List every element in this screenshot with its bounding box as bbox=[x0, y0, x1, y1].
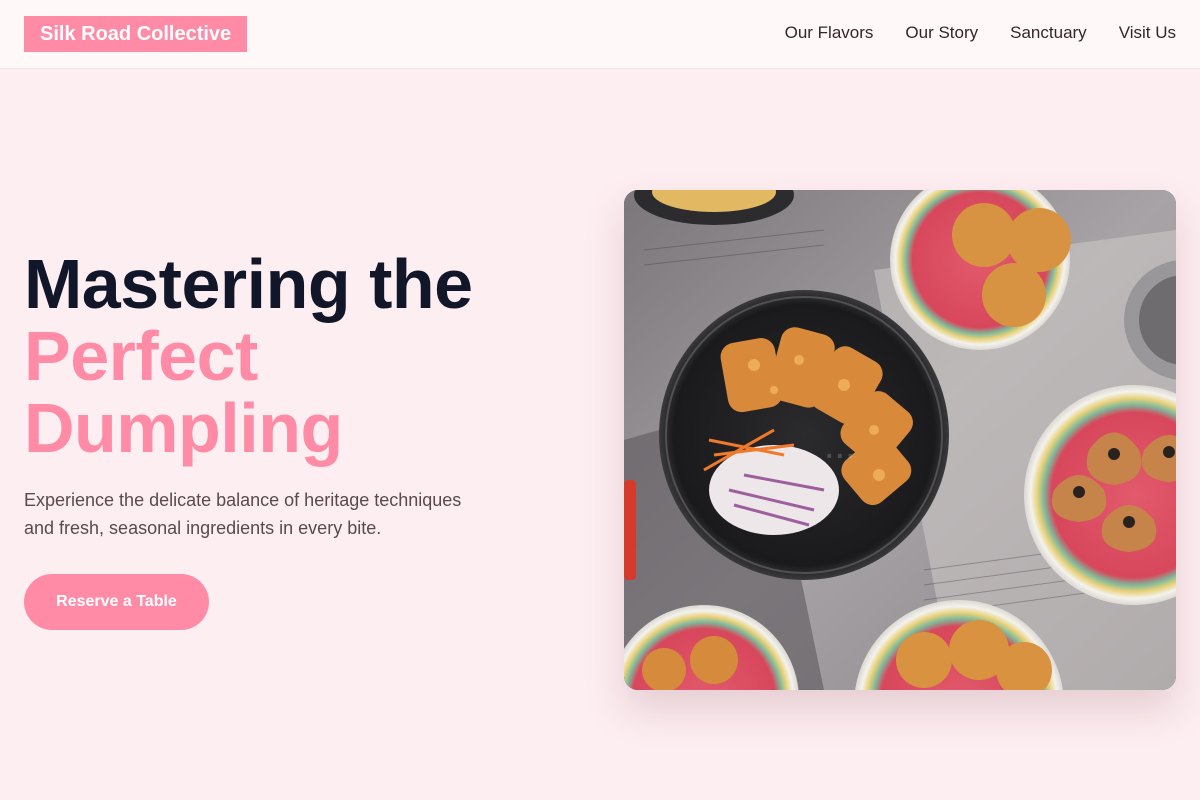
nav-link-our-flavors[interactable]: Our Flavors bbox=[785, 23, 874, 43]
headline-line-2: Perfect bbox=[24, 317, 258, 395]
svg-text:...: ... bbox=[824, 425, 856, 467]
nav-link-our-story[interactable]: Our Story bbox=[905, 23, 978, 43]
hero-headline: Mastering the Perfect Dumpling bbox=[24, 248, 544, 464]
reserve-table-button[interactable]: Reserve a Table bbox=[24, 574, 209, 630]
hero-subtext: Experience the delicate balance of herit… bbox=[24, 490, 462, 538]
site-header: Silk Road Collective Our Flavors Our Sto… bbox=[0, 0, 1200, 69]
nav-link-visit-us[interactable]: Visit Us bbox=[1119, 23, 1176, 43]
hero-text: Mastering the Perfect Dumpling Experienc… bbox=[24, 248, 544, 630]
main-nav: Our Flavors Our Story Sanctuary Visit Us bbox=[785, 0, 1176, 66]
nav-link-sanctuary[interactable]: Sanctuary bbox=[1010, 23, 1087, 43]
headline-line-1: Mastering the bbox=[24, 245, 473, 323]
hero-image: ... bbox=[624, 190, 1176, 690]
logo[interactable]: Silk Road Collective bbox=[24, 16, 248, 52]
headline-line-3: Dumpling bbox=[24, 389, 343, 467]
